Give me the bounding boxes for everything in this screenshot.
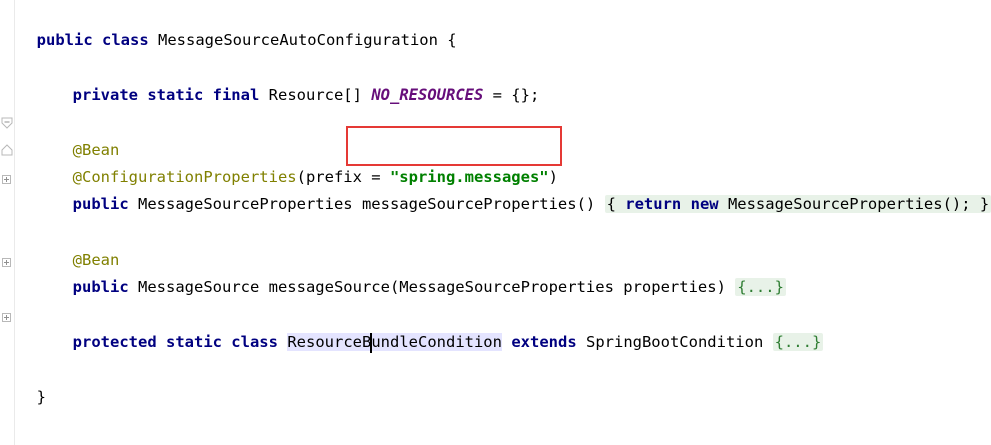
highlight-annotation-box xyxy=(346,126,562,166)
expand-fold-icon[interactable] xyxy=(2,258,11,267)
code-line-method-message-source[interactable]: public MessageSource messageSource(Messa… xyxy=(54,251,786,296)
keyword: protected static class xyxy=(72,333,278,351)
code-line-inner-class[interactable]: protected static class ResourceBundleCon… xyxy=(54,306,824,353)
method-signature: MessageSourceProperties messageSourcePro… xyxy=(128,195,605,213)
folded-method-body[interactable]: {...} xyxy=(735,278,786,296)
class-name: MessageSourceAutoConfiguration xyxy=(158,31,438,49)
keyword: public class xyxy=(36,31,149,49)
folded-class-body[interactable]: {...} xyxy=(772,333,824,351)
code-line-method-properties[interactable]: public MessageSourceProperties messageSo… xyxy=(54,168,991,213)
keyword: public xyxy=(72,195,129,213)
code-line-field[interactable]: private static final Resource[] NO_RESOU… xyxy=(54,59,540,104)
class-name-usage-highlight: ResourceBundleCondition xyxy=(287,332,502,353)
code-line-class-declaration[interactable]: public class MessageSourceAutoConfigurat… xyxy=(18,4,457,49)
field-type: Resource[] xyxy=(268,86,362,104)
method-signature: MessageSource messageSource(MessageSourc… xyxy=(128,278,736,296)
keyword: public xyxy=(72,278,129,296)
folded-method-body[interactable]: { return new MessageSourceProperties(); … xyxy=(604,195,991,213)
fold-end-icon[interactable] xyxy=(1,144,13,156)
expand-fold-icon[interactable] xyxy=(2,175,11,184)
fold-start-icon[interactable] xyxy=(1,117,13,129)
editor-gutter xyxy=(0,0,15,445)
expand-fold-icon[interactable] xyxy=(2,313,11,322)
code-line-annotation-bean[interactable]: @Bean xyxy=(54,224,120,269)
keyword: private static final xyxy=(72,86,260,104)
code-line-closing-brace[interactable]: } xyxy=(18,361,46,406)
code-line-annotation-bean[interactable]: @Bean xyxy=(54,114,120,159)
parent-class: SpringBootCondition xyxy=(576,333,773,351)
keyword: extends xyxy=(511,333,577,351)
constant-name: NO_RESOURCES xyxy=(371,86,484,104)
